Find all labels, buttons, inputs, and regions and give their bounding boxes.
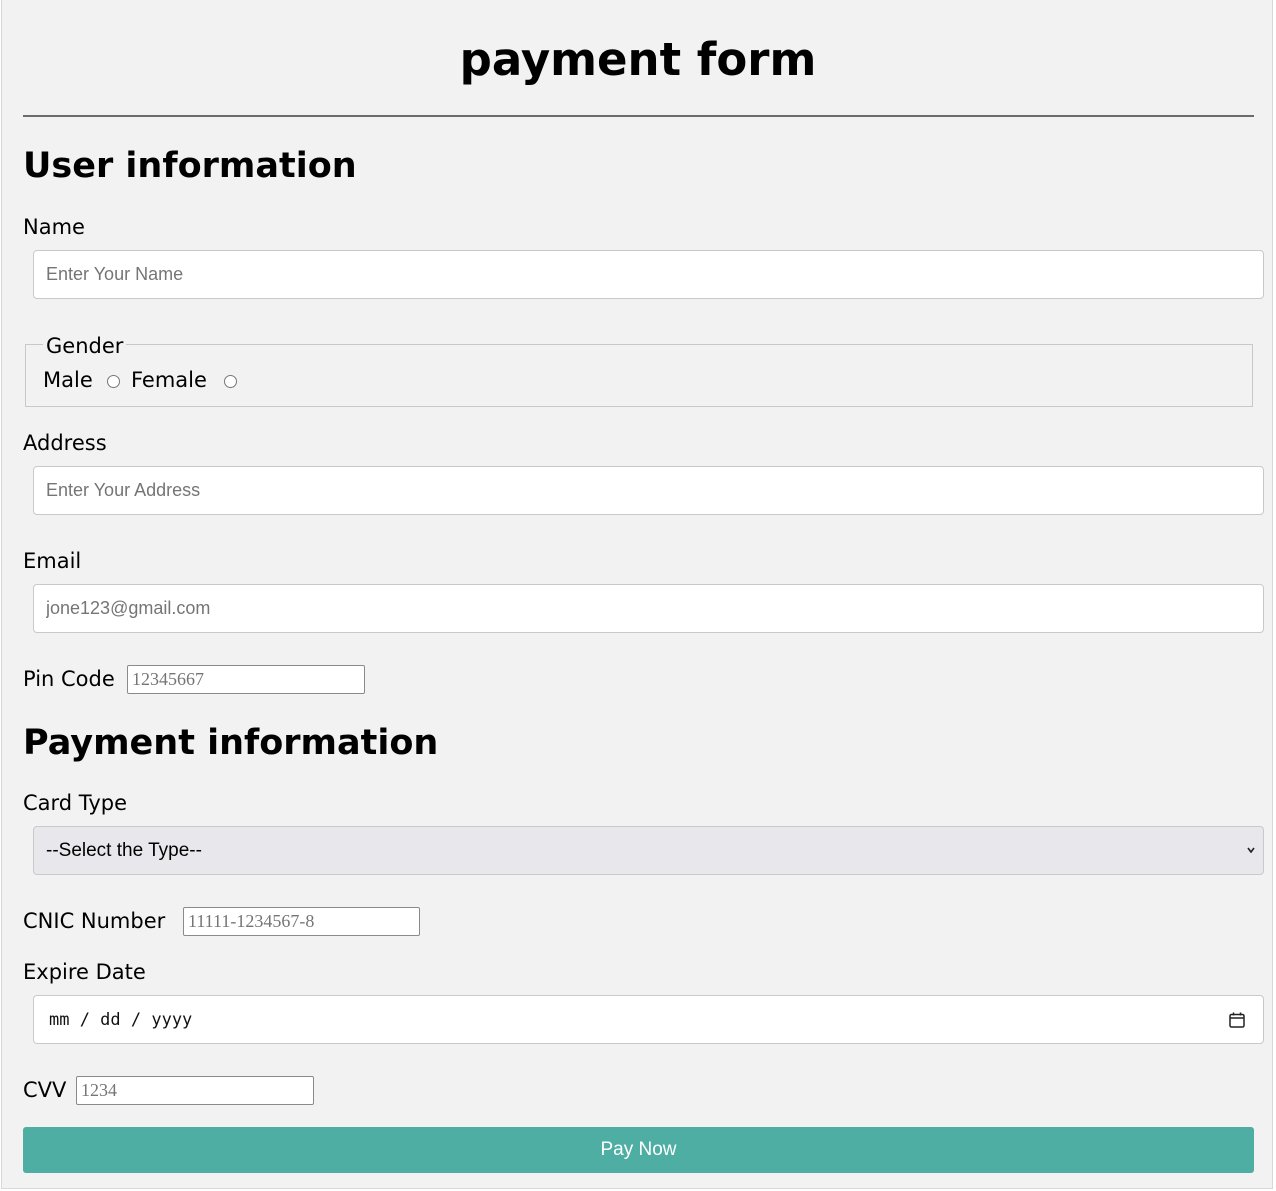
gender-fieldset: Gender Male Female	[25, 333, 1253, 407]
expire-date-label: Expire Date	[23, 960, 146, 984]
page-title: payment form	[459, 33, 817, 86]
expire-date-input[interactable]: mm / dd / yyyy	[33, 995, 1264, 1044]
address-input[interactable]	[33, 466, 1264, 515]
cvv-input[interactable]	[76, 1076, 314, 1105]
payment-info-heading: Payment information	[23, 723, 439, 763]
pay-now-button[interactable]: Pay Now	[23, 1127, 1254, 1173]
calendar-icon[interactable]	[1228, 1011, 1246, 1029]
pin-code-input[interactable]	[127, 665, 365, 694]
female-radio[interactable]	[224, 375, 237, 388]
email-input[interactable]	[33, 584, 1264, 633]
card-type-selected-value: --Select the Type--	[46, 840, 202, 861]
gender-legend: Gender	[43, 333, 127, 359]
pin-code-label: Pin Code	[23, 667, 115, 691]
cnic-input[interactable]	[183, 907, 420, 936]
title-divider	[23, 115, 1254, 117]
user-info-heading: User information	[23, 146, 357, 186]
female-label: Female	[131, 368, 207, 392]
male-radio[interactable]	[107, 375, 120, 388]
card-type-select[interactable]: --Select the Type--	[33, 826, 1264, 875]
cvv-label: CVV	[23, 1078, 67, 1102]
cnic-label: CNIC Number	[23, 909, 166, 933]
address-label: Address	[23, 431, 107, 455]
name-label: Name	[23, 215, 85, 239]
name-input[interactable]	[33, 250, 1264, 299]
payment-form-page: payment form User information Name Gende…	[1, 0, 1273, 1189]
date-format-placeholder: mm / dd / yyyy	[49, 1010, 193, 1030]
male-label: Male	[43, 368, 93, 392]
card-type-label: Card Type	[23, 791, 128, 815]
email-label: Email	[23, 549, 82, 573]
chevron-down-icon	[1247, 847, 1255, 854]
